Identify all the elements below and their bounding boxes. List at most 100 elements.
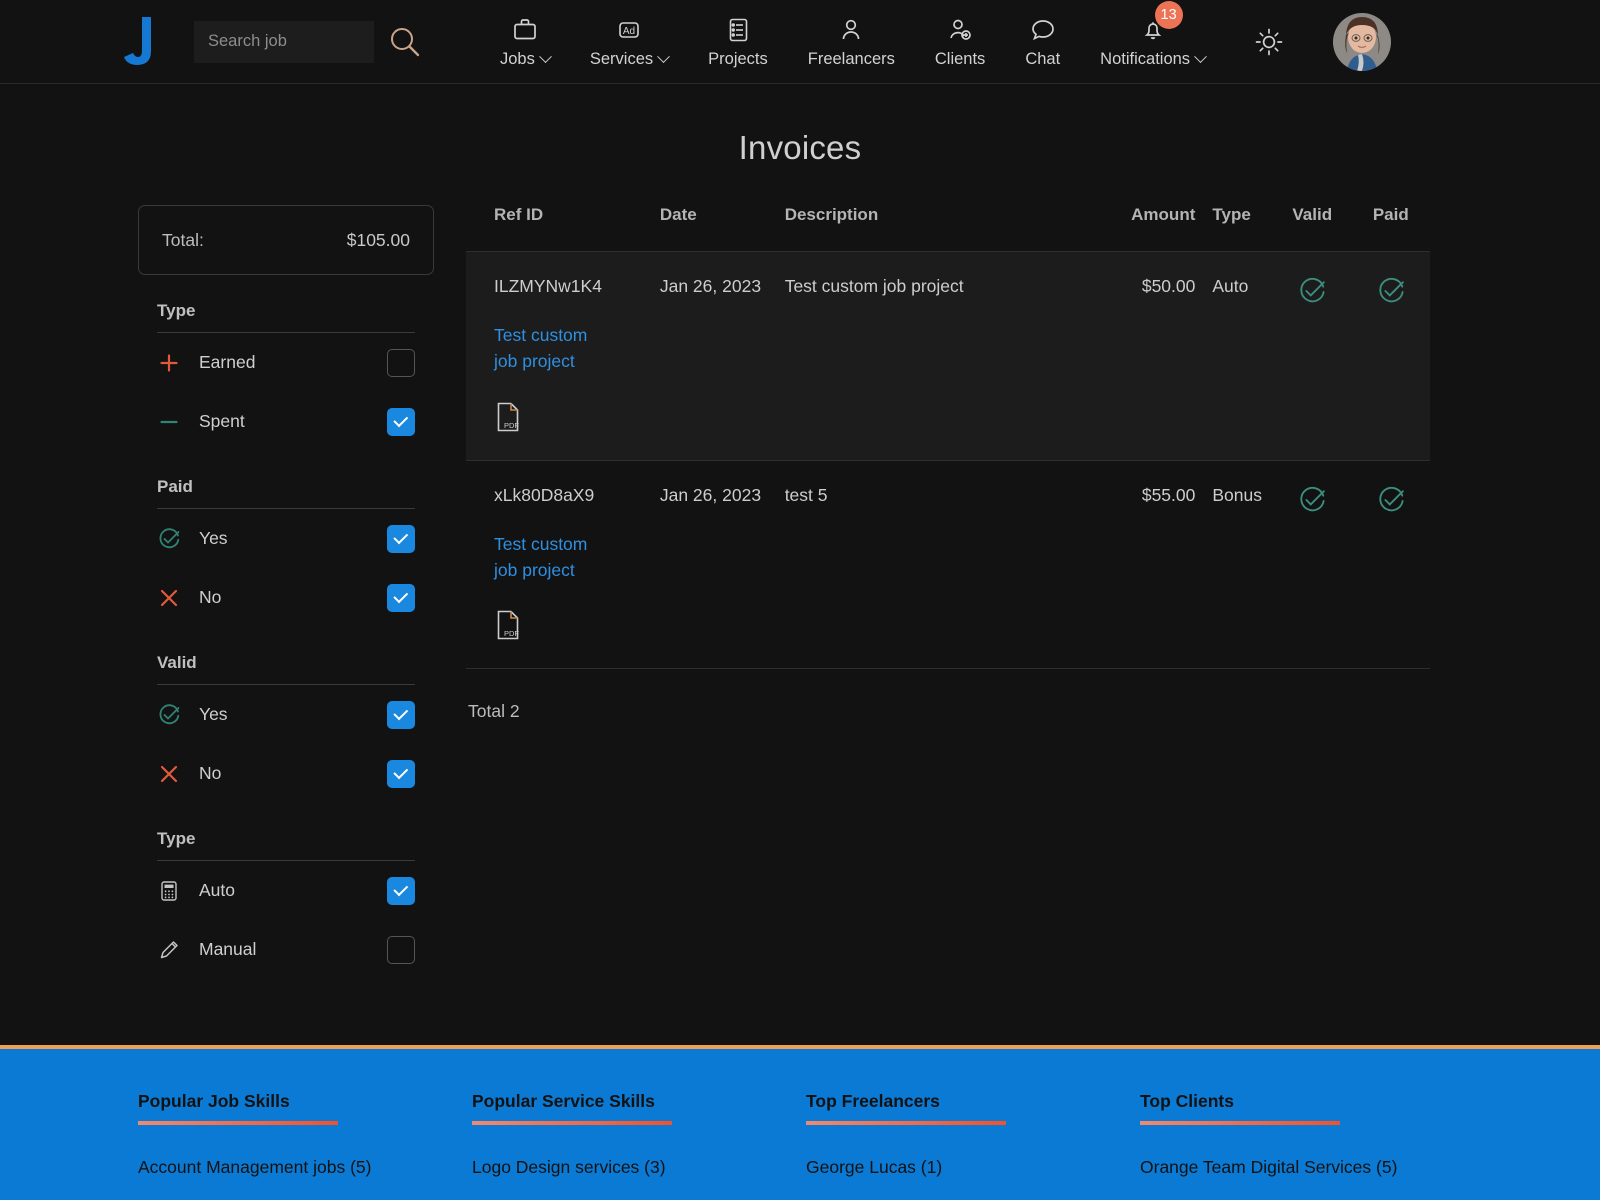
filter-option-label: No xyxy=(191,587,387,608)
footer-column-title: Popular Service Skills xyxy=(472,1091,655,1121)
footer-link[interactable]: Orange Team Digital Services (5) xyxy=(1140,1157,1474,1178)
check-circle-icon xyxy=(1297,290,1327,310)
nav-item-services[interactable]: Ad Services xyxy=(570,15,688,69)
filter-checkbox-valid-yes[interactable] xyxy=(387,701,415,729)
bell-icon: 13 xyxy=(1139,15,1167,45)
cell-paid xyxy=(1352,460,1430,668)
cell-paid xyxy=(1352,252,1430,461)
nav-item-freelancers[interactable]: Freelancers xyxy=(788,15,915,69)
cell-type: Auto xyxy=(1195,252,1273,461)
app-logo[interactable] xyxy=(120,14,166,70)
search-area xyxy=(194,21,422,63)
filter-checkbox-paid-yes[interactable] xyxy=(387,525,415,553)
site-footer: Popular Job Skills Account Management jo… xyxy=(0,1045,1600,1200)
page-content: Total: $105.00 Type Earned xyxy=(0,205,1600,979)
filter-checkbox-valid-no[interactable] xyxy=(387,760,415,788)
invoices-table: Ref ID Date Description Amount Type Vali… xyxy=(466,205,1430,668)
filter-option-label: Manual xyxy=(191,939,387,960)
footer-link[interactable]: Logo Design services (3) xyxy=(472,1157,806,1178)
column-header-valid[interactable]: Valid xyxy=(1273,205,1352,252)
minus-icon xyxy=(157,410,191,434)
nav-label-text: Freelancers xyxy=(808,50,895,69)
column-header-amount[interactable]: Amount xyxy=(1077,205,1195,252)
footer-title-underline xyxy=(806,1121,1006,1125)
total-value: $105.00 xyxy=(347,230,410,251)
filter-option-manual[interactable]: Manual xyxy=(138,920,434,979)
project-link[interactable]: Test custom job project xyxy=(494,322,614,375)
project-link[interactable]: Test custom job project xyxy=(494,531,614,584)
filter-option-label: Earned xyxy=(191,352,387,373)
avatar[interactable] xyxy=(1333,13,1391,71)
top-navigation-bar: Jobs Ad Services xyxy=(0,0,1600,84)
chat-bubble-icon xyxy=(1029,15,1057,45)
filter-option-valid-yes[interactable]: Yes xyxy=(138,685,434,744)
search-icon[interactable] xyxy=(388,25,422,59)
check-circle-icon xyxy=(157,527,191,551)
footer-column-popular-job-skills: Popular Job Skills Account Management jo… xyxy=(138,1091,472,1200)
cell-description: test 5 xyxy=(785,460,1078,668)
filter-option-label: Yes xyxy=(191,704,387,725)
chevron-down-icon xyxy=(1194,50,1207,63)
nav-label-text: Services xyxy=(590,50,653,69)
cell-type: Bonus xyxy=(1195,460,1273,668)
sun-icon[interactable] xyxy=(1247,20,1291,64)
table-row[interactable]: xLk80D8aX9 Test custom job project PDF J… xyxy=(466,460,1430,668)
search-input[interactable] xyxy=(194,21,374,63)
nav-item-notifications[interactable]: 13 Notifications xyxy=(1080,15,1225,69)
cell-valid xyxy=(1273,460,1352,668)
column-header-date[interactable]: Date xyxy=(660,205,785,252)
filter-checkbox-manual[interactable] xyxy=(387,936,415,964)
cell-amount: $55.00 xyxy=(1077,460,1195,668)
svg-text:PDF: PDF xyxy=(504,421,519,430)
nav-item-projects-label: Projects xyxy=(708,50,768,69)
filter-option-valid-no[interactable]: No xyxy=(138,744,434,803)
filter-option-paid-no[interactable]: No xyxy=(138,568,434,627)
cell-date: Jan 26, 2023 xyxy=(660,460,785,668)
nav-item-services-label: Services xyxy=(590,50,668,69)
column-header-paid[interactable]: Paid xyxy=(1352,205,1430,252)
filter-option-paid-yes[interactable]: Yes xyxy=(138,509,434,568)
nav-label-text: Clients xyxy=(935,50,985,69)
nav-item-freelancers-label: Freelancers xyxy=(808,50,895,69)
check-circle-icon xyxy=(1376,290,1406,310)
pdf-icon[interactable]: PDF xyxy=(494,401,522,438)
nav-item-jobs[interactable]: Jobs xyxy=(480,15,570,69)
column-header-type[interactable]: Type xyxy=(1195,205,1273,252)
main-nav: Jobs Ad Services xyxy=(480,15,1225,69)
filter-group-title: Type xyxy=(157,301,415,333)
filter-checkbox-paid-no[interactable] xyxy=(387,584,415,612)
check-circle-icon xyxy=(157,703,191,727)
pencil-icon xyxy=(157,938,191,962)
cross-icon xyxy=(157,586,191,610)
nav-item-clients[interactable]: Clients xyxy=(915,15,1005,69)
filter-group-type-earned-spent: Type Earned Spent xyxy=(138,301,434,451)
table-row[interactable]: ILZMYNw1K4 Test custom job project PDF J… xyxy=(466,252,1430,461)
page-title: Invoices xyxy=(0,129,1600,167)
nav-item-chat[interactable]: Chat xyxy=(1005,15,1080,69)
column-header-description[interactable]: Description xyxy=(785,205,1078,252)
pdf-icon[interactable]: PDF xyxy=(494,609,522,646)
footer-link[interactable]: Account Management jobs (5) xyxy=(138,1157,472,1178)
cell-date: Jan 26, 2023 xyxy=(660,252,785,461)
filter-option-auto[interactable]: Auto xyxy=(138,861,434,920)
filter-checkbox-earned[interactable] xyxy=(387,349,415,377)
footer-link[interactable]: George Lucas (1) xyxy=(806,1157,1140,1178)
column-header-ref-id[interactable]: Ref ID xyxy=(466,205,660,252)
filter-checkbox-auto[interactable] xyxy=(387,877,415,905)
nav-item-clients-label: Clients xyxy=(935,50,985,69)
cell-ref-id: ILZMYNw1K4 Test custom job project PDF xyxy=(466,252,660,461)
filter-option-earned[interactable]: Earned xyxy=(138,333,434,392)
filter-option-spent[interactable]: Spent xyxy=(138,392,434,451)
filter-group-type-auto-manual: Type xyxy=(138,829,434,979)
nav-item-notifications-label: Notifications xyxy=(1100,50,1205,69)
nav-item-projects[interactable]: Projects xyxy=(688,15,788,69)
table-body: ILZMYNw1K4 Test custom job project PDF J… xyxy=(466,252,1430,669)
cell-description: Test custom job project xyxy=(785,252,1078,461)
footer-title-underline xyxy=(1140,1121,1340,1125)
nav-label-text: Jobs xyxy=(500,50,535,69)
table-header-row: Ref ID Date Description Amount Type Vali… xyxy=(466,205,1430,252)
table-total-count: Total 2 xyxy=(466,668,1430,722)
footer-column-title: Top Clients xyxy=(1140,1091,1234,1121)
filter-group-title: Type xyxy=(157,829,415,861)
filter-checkbox-spent[interactable] xyxy=(387,408,415,436)
